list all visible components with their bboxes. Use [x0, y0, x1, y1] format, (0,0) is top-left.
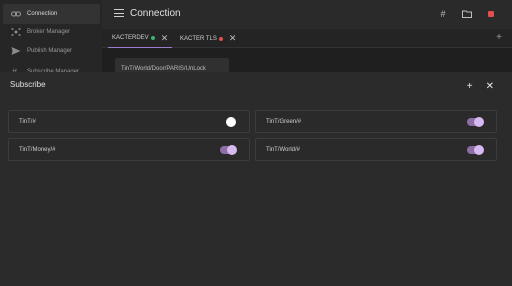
sidebar-item-label: Broker Manager [27, 29, 71, 35]
page-title: Connection [130, 8, 181, 19]
sidebar-item-label: Connection [27, 11, 58, 17]
subscription-item: TinT/# [8, 110, 250, 133]
status-dot-icon [218, 36, 223, 41]
close-icon[interactable]: ✕ [486, 81, 494, 92]
sidebar-item-broker-manager[interactable]: Broker Manager [3, 22, 100, 42]
tab-kacter-tls[interactable]: KACTER TLS ✕ [176, 29, 240, 48]
subscribe-panel: Subscribe + ✕ TinT/# TinT/Green/# TinT/M… [0, 72, 512, 286]
subscription-item: TinT/World/# [255, 138, 497, 161]
tab-kacterdev[interactable]: KACTERDEV ✕ [108, 29, 173, 48]
add-icon[interactable]: + [467, 81, 473, 92]
broker-icon [11, 27, 21, 37]
tab-bar: KACTERDEV ✕ KACTER TLS ✕ + [102, 29, 512, 48]
app-window: Connection Broker Manager Publish Manage… [0, 0, 512, 286]
add-tab-icon[interactable]: + [496, 32, 502, 43]
status-dot-icon [150, 36, 155, 40]
subscription-topic: TinT/Green/# [266, 118, 302, 125]
stop-icon[interactable] [486, 9, 496, 19]
send-icon [11, 46, 21, 56]
hashtag-icon[interactable]: # [438, 9, 448, 19]
panel-title: Subscribe [10, 80, 46, 89]
subscription-toggle[interactable] [220, 117, 236, 127]
subscription-toggle[interactable] [467, 145, 484, 155]
subscription-toggle[interactable] [220, 145, 237, 155]
top-bar: Connection # [102, 0, 512, 29]
subscription-item: TinT/Money/# [8, 138, 250, 161]
subscription-topic: TinT/World/# [266, 146, 301, 153]
sidebar-item-publish-manager[interactable]: Publish Manager [3, 41, 100, 61]
sidebar-item-connection[interactable]: Connection [3, 4, 100, 24]
tab-label: KACTER TLS [180, 35, 217, 42]
top-actions: # [438, 9, 496, 19]
panel-actions: + ✕ [467, 81, 494, 92]
link-icon [11, 9, 21, 19]
subscription-topic: TinT/Money/# [19, 146, 56, 153]
subscription-item: TinT/Green/# [255, 110, 497, 133]
close-icon[interactable]: ✕ [161, 33, 169, 44]
subscription-toggle[interactable] [467, 117, 484, 127]
tab-label: KACTERDEV [112, 35, 149, 41]
folder-icon[interactable] [462, 9, 472, 19]
close-icon[interactable]: ✕ [229, 33, 237, 44]
subscription-topic: TinT/# [19, 118, 36, 125]
menu-icon[interactable] [114, 9, 124, 19]
sidebar-item-label: Publish Manager [27, 48, 73, 54]
